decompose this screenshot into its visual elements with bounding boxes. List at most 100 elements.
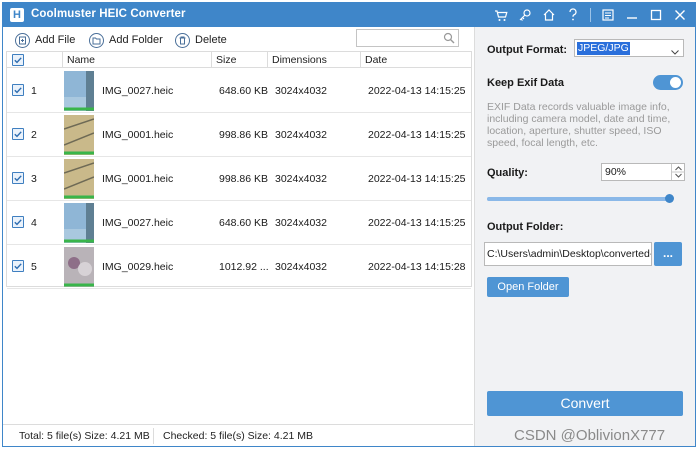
row-index: 4 bbox=[31, 217, 37, 229]
output-format-value: JPEG/JPG bbox=[577, 42, 630, 55]
chevron-down-icon bbox=[671, 46, 679, 58]
header-dimensions[interactable]: Dimensions bbox=[267, 52, 327, 68]
row-checkbox[interactable] bbox=[12, 172, 24, 184]
quality-stepper[interactable]: 90% bbox=[601, 163, 685, 181]
cart-icon[interactable] bbox=[492, 6, 510, 24]
row-index: 5 bbox=[31, 261, 37, 273]
table-row[interactable]: 5 IMG_0029.heic 1012.92 ... 3024x4032 2022-0… bbox=[7, 245, 471, 289]
file-size: 648.60 KB bbox=[219, 85, 269, 97]
search-icon[interactable] bbox=[443, 32, 455, 47]
app-window: H Coolmuster HEIC Converter Add File Add… bbox=[2, 2, 696, 447]
file-dimensions: 3024x4032 bbox=[275, 173, 327, 185]
toolbar: Add File Add Folder Delete bbox=[3, 27, 473, 51]
add-folder-label: Add Folder bbox=[109, 34, 163, 46]
header-name[interactable]: Name bbox=[62, 52, 95, 68]
quality-slider[interactable] bbox=[487, 194, 675, 203]
file-date: 2022-04-13 14:15:25 bbox=[368, 85, 466, 97]
app-logo: H bbox=[10, 8, 24, 22]
toggle-knob bbox=[670, 77, 681, 88]
maximize-icon[interactable] bbox=[647, 6, 665, 24]
table-row[interactable]: 4 IMG_0027.heic 648.60 KB 3024x4032 2022-04-… bbox=[7, 201, 471, 245]
delete-button[interactable]: Delete bbox=[175, 31, 227, 49]
file-size: 998.86 KB bbox=[219, 173, 269, 185]
search-input[interactable] bbox=[356, 29, 459, 47]
row-checkbox[interactable] bbox=[12, 84, 24, 96]
file-name: IMG_0027.heic bbox=[102, 85, 174, 97]
keep-exif-label: Keep Exif Data bbox=[487, 77, 565, 89]
table-row[interactable]: 3 IMG_0001.heic 998.86 KB 3024x4032 2022-04-… bbox=[7, 157, 471, 201]
minimize-icon[interactable] bbox=[623, 6, 641, 24]
exif-description: EXIF Data records valuable image info, i… bbox=[487, 101, 671, 149]
title-bar-controls bbox=[492, 6, 689, 24]
settings-panel: Output Format: JPEG/JPG Keep Exif Data E… bbox=[474, 27, 695, 446]
output-folder-label: Output Folder: bbox=[487, 221, 564, 233]
thumbnail-image bbox=[63, 115, 95, 155]
add-file-button[interactable]: Add File bbox=[15, 31, 75, 49]
table-row[interactable]: 1 IMG_0027.heic 648.60 KB 3024x4032 2022-04-… bbox=[7, 69, 471, 113]
file-name: IMG_0001.heic bbox=[102, 129, 174, 141]
output-format-label: Output Format: bbox=[487, 44, 568, 56]
file-table: Name Size Dimensions Date 1 IMG_0027.heic… bbox=[6, 51, 472, 289]
file-size: 1012.92 ... bbox=[219, 261, 269, 273]
divider bbox=[590, 8, 591, 22]
row-checkbox[interactable] bbox=[12, 128, 24, 140]
trash-icon bbox=[175, 32, 190, 48]
file-size: 648.60 KB bbox=[219, 217, 269, 229]
header-date[interactable]: Date bbox=[360, 52, 387, 68]
file-name: IMG_0029.heic bbox=[102, 261, 174, 273]
checked-status: Checked: 5 file(s) Size: 4.21 MB bbox=[163, 430, 313, 442]
delete-label: Delete bbox=[195, 34, 227, 46]
table-header: Name Size Dimensions Date bbox=[7, 52, 471, 68]
header-size[interactable]: Size bbox=[211, 52, 236, 68]
file-size: 998.86 KB bbox=[219, 129, 269, 141]
file-date: 2022-04-13 14:15:25 bbox=[368, 173, 466, 185]
add-folder-button[interactable]: Add Folder bbox=[89, 31, 163, 49]
add-file-icon bbox=[15, 32, 30, 48]
help-icon[interactable] bbox=[564, 6, 582, 24]
title-bar: H Coolmuster HEIC Converter bbox=[3, 3, 695, 27]
row-index: 1 bbox=[31, 85, 37, 97]
file-date: 2022-04-13 14:15:28 bbox=[368, 261, 466, 273]
convert-button[interactable]: Convert bbox=[487, 391, 683, 416]
status-bar: Total: 5 file(s) Size: 4.21 MB Checked: … bbox=[3, 424, 473, 446]
chevron-up-icon[interactable] bbox=[675, 166, 682, 171]
feedback-icon[interactable] bbox=[599, 6, 617, 24]
file-dimensions: 3024x4032 bbox=[275, 129, 327, 141]
row-index: 2 bbox=[31, 129, 37, 141]
thumbnail-image bbox=[63, 159, 95, 199]
row-checkbox[interactable] bbox=[12, 216, 24, 228]
output-format-select[interactable]: JPEG/JPG bbox=[574, 39, 684, 57]
thumbnail-image bbox=[64, 71, 94, 111]
file-date: 2022-04-13 14:15:25 bbox=[368, 129, 466, 141]
chevron-down-icon[interactable] bbox=[675, 173, 682, 178]
thumbnail-image bbox=[64, 203, 94, 243]
add-folder-icon bbox=[89, 32, 104, 48]
output-folder-field[interactable]: C:\Users\admin\Desktop\converted- bbox=[484, 242, 652, 266]
slider-fill bbox=[487, 197, 670, 201]
total-status: Total: 5 file(s) Size: 4.21 MB bbox=[19, 430, 150, 442]
row-checkbox[interactable] bbox=[12, 260, 24, 272]
close-icon[interactable] bbox=[671, 6, 689, 24]
home-icon[interactable] bbox=[540, 6, 558, 24]
table-row[interactable]: 2 IMG_0001.heic 998.86 KB 3024x4032 2022-04-… bbox=[7, 113, 471, 157]
file-name: IMG_0001.heic bbox=[102, 173, 174, 185]
select-all-checkbox[interactable] bbox=[12, 54, 24, 66]
file-date: 2022-04-13 14:15:25 bbox=[368, 217, 466, 229]
open-folder-button[interactable]: Open Folder bbox=[487, 277, 569, 297]
stepper-buttons bbox=[671, 164, 685, 180]
file-dimensions: 3024x4032 bbox=[275, 261, 327, 273]
quality-value: 90% bbox=[605, 166, 627, 178]
file-dimensions: 3024x4032 bbox=[275, 217, 327, 229]
divider bbox=[153, 428, 154, 444]
add-file-label: Add File bbox=[35, 34, 76, 46]
keep-exif-toggle[interactable] bbox=[653, 75, 683, 90]
file-dimensions: 3024x4032 bbox=[275, 85, 327, 97]
slider-handle[interactable] bbox=[665, 194, 675, 203]
browse-button[interactable]: ... bbox=[654, 242, 682, 266]
row-index: 3 bbox=[31, 173, 37, 185]
quality-label: Quality: bbox=[487, 167, 528, 179]
file-name: IMG_0027.heic bbox=[102, 217, 174, 229]
key-icon[interactable] bbox=[516, 6, 534, 24]
watermark: CSDN @OblivionX777 bbox=[514, 427, 666, 444]
app-title: Coolmuster HEIC Converter bbox=[31, 8, 186, 20]
